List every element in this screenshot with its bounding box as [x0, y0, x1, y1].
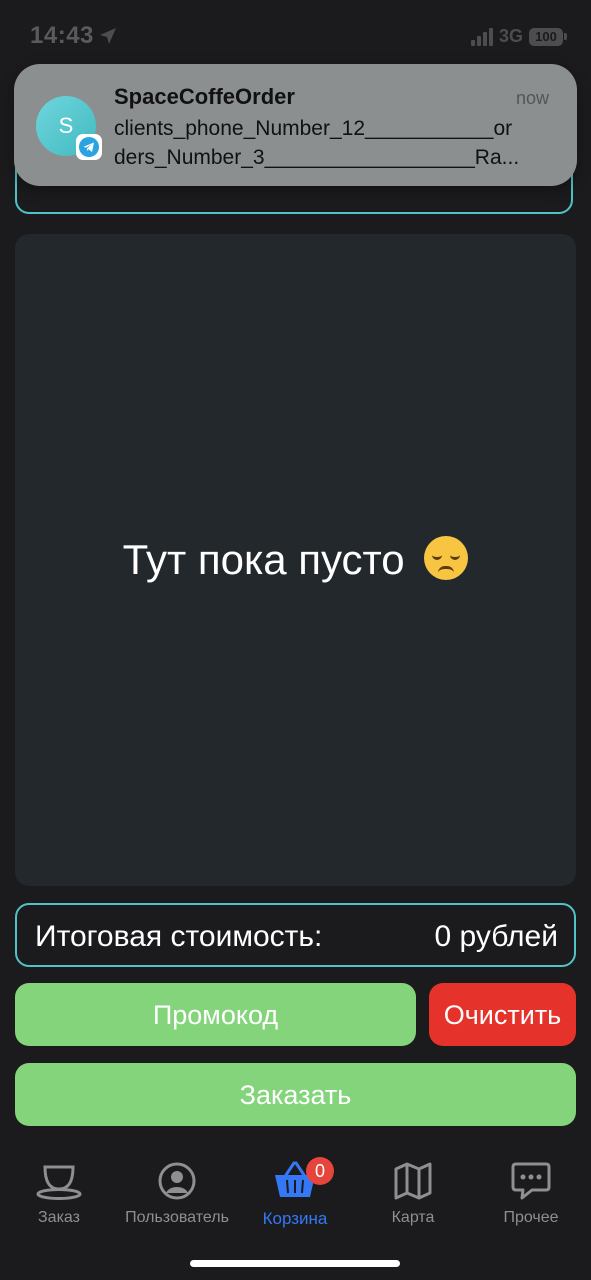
signal-icon: [470, 27, 493, 46]
basket-icon: [236, 1157, 354, 1201]
pensive-face-icon: [424, 536, 469, 580]
battery-level: 100: [529, 27, 563, 46]
notification-line-2: ders_Number_3__________________Ra...: [114, 146, 520, 169]
notification-time: now: [515, 88, 549, 108]
map-icon: [354, 1157, 472, 1201]
tab-user-label: Пользователь: [125, 1209, 229, 1226]
status-bar: 14:43 3G 100: [0, 0, 591, 70]
tab-other[interactable]: Прочее: [472, 1157, 590, 1227]
tab-user[interactable]: Пользователь: [118, 1157, 236, 1227]
location-arrow-icon: [98, 26, 118, 51]
tab-map[interactable]: Карта: [354, 1157, 472, 1227]
telegram-icon: [76, 134, 102, 160]
empty-cart-message: Тут пока пусто: [15, 536, 576, 584]
status-time: 14:43: [30, 22, 94, 49]
tab-other-label: Прочее: [503, 1209, 559, 1226]
tab-cart-label: Корзина: [262, 1209, 328, 1228]
network-type: 3G: [498, 26, 523, 46]
total-cost-row: Итоговая стоимость: 0 рублей: [15, 903, 576, 967]
cart-content-panel: Тут пока пусто: [15, 234, 576, 886]
notification-line-1: clients_phone_Number_12___________or: [114, 117, 513, 140]
tab-map-label: Карта: [391, 1209, 435, 1226]
empty-cart-text: Тут пока пусто: [122, 536, 405, 583]
tab-order[interactable]: Заказ: [0, 1157, 118, 1227]
status-indicators: 3G 100: [470, 26, 567, 47]
tab-cart[interactable]: 0 Корзина: [236, 1157, 354, 1229]
place-order-button[interactable]: Заказать: [15, 1063, 576, 1126]
total-cost-value: 0 рублей: [434, 920, 559, 953]
total-cost-label: Итоговая стоимость:: [35, 920, 323, 953]
chat-icon: [472, 1157, 590, 1201]
user-icon: [118, 1157, 236, 1201]
cart-count-badge: 0: [306, 1157, 334, 1185]
promo-code-button[interactable]: Промокод: [15, 983, 416, 1046]
notification-body: clients_phone_Number_12___________orders…: [114, 114, 554, 172]
clear-cart-button[interactable]: Очистить: [429, 983, 576, 1046]
home-indicator[interactable]: [190, 1260, 400, 1267]
notification-banner[interactable]: S SpaceCoffeOrder now clients_phone_Numb…: [14, 64, 577, 186]
tab-order-label: Заказ: [38, 1209, 80, 1226]
battery-icon: 100: [529, 27, 567, 46]
screen: 14:43 3G 100 S SpaceCoffeOrder now clien…: [0, 0, 591, 1280]
notification-title: SpaceCoffeOrder: [114, 84, 295, 109]
coffee-cup-icon: [0, 1157, 118, 1201]
